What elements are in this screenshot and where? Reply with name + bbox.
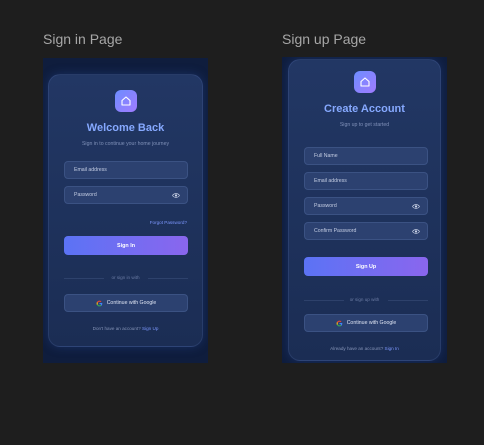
eye-icon[interactable] xyxy=(172,192,180,199)
signin-frame-title: Sign in Page xyxy=(43,31,123,47)
email-field-placeholder: Email address xyxy=(74,167,107,173)
signup-footer-text: Already have an account? xyxy=(330,346,384,351)
signin-button[interactable]: Sign In xyxy=(64,236,188,255)
signup-card: Create Account Sign up to get started Fu… xyxy=(288,59,441,361)
google-signup-button[interactable]: Continue with Google xyxy=(304,314,428,332)
home-icon xyxy=(115,90,137,112)
signin-subheading: Sign in to continue your home journey xyxy=(81,141,170,147)
email-field[interactable]: Email address xyxy=(64,161,188,179)
google-icon xyxy=(336,320,342,326)
eye-icon[interactable] xyxy=(412,228,420,235)
home-icon xyxy=(354,71,376,93)
google-icon xyxy=(96,300,102,306)
password-field[interactable]: Password xyxy=(64,186,188,204)
email-field[interactable]: Email address xyxy=(304,172,428,190)
divider-right xyxy=(388,300,428,301)
forgot-password-link[interactable]: Forgot Password? xyxy=(150,220,187,225)
signin-heading: Welcome Back xyxy=(86,122,165,134)
password-field-placeholder: Password xyxy=(74,192,97,198)
signin-link[interactable]: Sign In xyxy=(385,346,399,351)
password-field-placeholder: Password xyxy=(314,203,337,209)
confirm-password-field[interactable]: Confirm Password xyxy=(304,222,428,240)
full-name-field[interactable]: Full Name xyxy=(304,147,428,165)
signup-footer: Already have an account? Sign In xyxy=(289,346,440,351)
google-signin-button[interactable]: Continue with Google xyxy=(64,294,188,312)
divider-right xyxy=(148,278,188,279)
eye-icon[interactable] xyxy=(412,203,420,210)
signup-subheading: Sign up to get started xyxy=(339,122,390,128)
confirm-password-placeholder: Confirm Password xyxy=(314,228,357,234)
google-signin-label: Continue with Google xyxy=(106,300,157,306)
signin-footer: Don't have an account? Sign Up xyxy=(49,326,202,331)
signin-card: Welcome Back Sign in to continue your ho… xyxy=(48,74,203,347)
signup-link[interactable]: Sign Up xyxy=(142,326,158,331)
google-signup-label: Continue with Google xyxy=(346,320,397,326)
signup-frame-title: Sign up Page xyxy=(282,31,367,47)
signup-frame: Create Account Sign up to get started Fu… xyxy=(282,57,447,363)
full-name-placeholder: Full Name xyxy=(314,153,338,159)
email-field-placeholder: Email address xyxy=(314,178,347,184)
signin-frame: Welcome Back Sign in to continue your ho… xyxy=(43,58,208,363)
signin-footer-text: Don't have an account? xyxy=(92,326,141,331)
signup-heading: Create Account xyxy=(324,103,405,115)
signup-button[interactable]: Sign Up xyxy=(304,257,428,276)
password-field[interactable]: Password xyxy=(304,197,428,215)
